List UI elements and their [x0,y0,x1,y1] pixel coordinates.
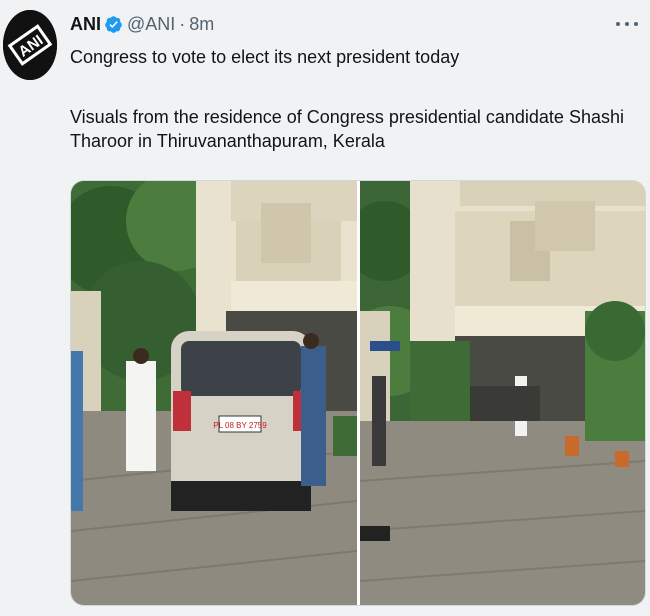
tweet-text-line1: Congress to vote to elect its next presi… [70,47,460,67]
author-name[interactable]: ANI [70,14,101,35]
tweet-media-grid: PL 08 BY 2759 [70,180,646,606]
more-options-icon[interactable] [616,14,638,34]
tweet-text: Congress to vote to elect its next presi… [70,45,630,153]
author-handle[interactable]: @ANI [127,14,175,35]
tweet-timestamp[interactable]: 8m [189,14,214,35]
verified-badge-icon [105,15,122,33]
tweet-header: ANI @ANI · 8m [70,12,214,36]
tweet-text-para2: Visuals from the residence of Congress p… [70,107,624,151]
ani-logo: ANI [3,10,57,80]
photo-residence-entrance[interactable] [360,181,645,605]
separator-dot: · [179,13,186,34]
license-plate-text: PL 08 BY 2759 [213,421,267,430]
photo-car-at-residence[interactable]: PL 08 BY 2759 [71,181,357,605]
tweet-card[interactable]: ANI ANI @ANI · 8m Congress to vote to el… [0,0,650,616]
ani-avatar[interactable]: ANI [3,10,57,80]
